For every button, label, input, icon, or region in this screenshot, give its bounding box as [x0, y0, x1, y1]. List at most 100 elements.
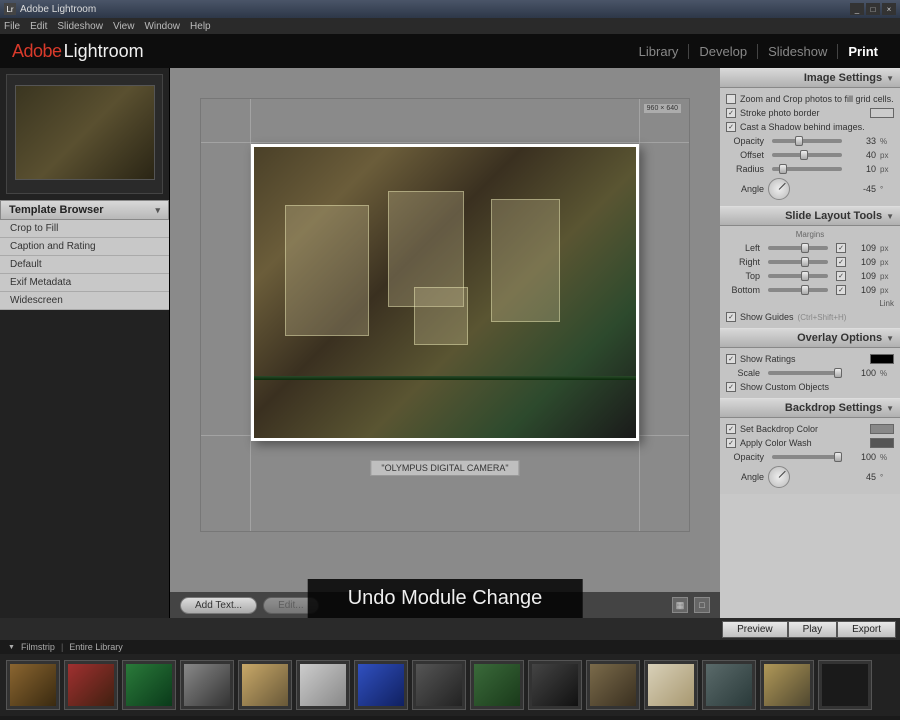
shadow-checkbox[interactable]: ✓ — [726, 122, 736, 132]
menu-slideshow[interactable]: Slideshow — [57, 21, 103, 32]
backdrop-angle-dial[interactable] — [768, 466, 790, 488]
filmstrip-thumb[interactable] — [470, 660, 524, 710]
filmstrip-thumb[interactable] — [122, 660, 176, 710]
overlay-options-header[interactable]: Overlay Options ▼ — [720, 328, 900, 348]
backdrop-opacity-slider[interactable] — [772, 455, 842, 459]
filmstrip-thumb[interactable] — [296, 660, 350, 710]
module-print[interactable]: Print — [838, 44, 888, 59]
menu-bar: File Edit Slideshow View Window Help — [0, 18, 900, 34]
menu-window[interactable]: Window — [144, 21, 180, 32]
margin-bottom-value: 109 — [850, 285, 876, 295]
photo-caption[interactable]: "OLYMPUS DIGITAL CAMERA" — [370, 460, 519, 476]
opacity-unit: % — [880, 137, 894, 146]
margin-top-value: 109 — [850, 271, 876, 281]
module-develop[interactable]: Develop — [689, 44, 758, 59]
offset-unit: px — [880, 151, 894, 160]
panel-toggle-icon: ▾ — [155, 205, 160, 216]
chevron-down-icon: ▼ — [886, 74, 894, 83]
margin-right-checkbox[interactable]: ✓ — [836, 257, 846, 267]
margin-top-slider[interactable] — [768, 274, 828, 278]
export-button[interactable]: Export — [837, 621, 896, 638]
radius-slider[interactable] — [772, 167, 842, 171]
template-item[interactable]: Default — [0, 256, 169, 274]
margin-top-checkbox[interactable]: ✓ — [836, 271, 846, 281]
close-button[interactable]: × — [882, 3, 896, 15]
filmstrip-thumb[interactable] — [586, 660, 640, 710]
color-wash-swatch[interactable] — [870, 438, 894, 448]
margin-left-slider[interactable] — [768, 246, 828, 250]
filmstrip-thumb[interactable] — [6, 660, 60, 710]
margin-left-checkbox[interactable]: ✓ — [836, 243, 846, 253]
link-label[interactable]: Link — [879, 299, 894, 308]
offset-value: 40 — [850, 150, 876, 160]
image-settings-header[interactable]: Image Settings ▼ — [720, 68, 900, 88]
add-text-button[interactable]: Add Text... — [180, 597, 257, 614]
show-guides-checkbox[interactable]: ✓ — [726, 312, 736, 322]
opacity-slider[interactable] — [772, 139, 842, 143]
scale-slider[interactable] — [768, 371, 842, 375]
scale-label: Scale — [726, 368, 760, 378]
backdrop-color-swatch[interactable] — [870, 424, 894, 434]
stroke-checkbox[interactable]: ✓ — [726, 108, 736, 118]
canvas-panel: 960 × 640 "OLYMPUS DIGITAL CAMERA" Add T… — [170, 68, 720, 618]
filmstrip-thumb[interactable] — [528, 660, 582, 710]
template-browser-header[interactable]: Template Browser ▾ — [0, 200, 169, 220]
stroke-label: Stroke photo border — [740, 108, 866, 118]
filmstrip-thumb[interactable] — [644, 660, 698, 710]
scale-unit: % — [880, 369, 894, 378]
margin-bottom-checkbox[interactable]: ✓ — [836, 285, 846, 295]
module-slideshow[interactable]: Slideshow — [758, 44, 838, 59]
margin-top-label: Top — [726, 271, 760, 281]
offset-slider[interactable] — [772, 153, 842, 157]
chevron-down-icon: ▼ — [8, 644, 15, 651]
grid-view-icon[interactable]: ▦ — [672, 597, 688, 613]
margin-bottom-slider[interactable] — [768, 288, 828, 292]
preview-button[interactable]: Preview — [722, 621, 788, 638]
backdrop-color-checkbox[interactable]: ✓ — [726, 424, 736, 434]
window-title: Adobe Lightroom — [20, 4, 96, 15]
edit-button[interactable]: Edit... — [263, 597, 319, 614]
stroke-color-swatch[interactable] — [870, 108, 894, 118]
margin-left-unit: px — [880, 244, 894, 253]
backdrop-opacity-unit: % — [880, 453, 894, 462]
photo-cell[interactable] — [251, 144, 639, 441]
filmstrip-thumb[interactable] — [64, 660, 118, 710]
ratings-color-swatch[interactable] — [870, 354, 894, 364]
filmstrip-thumb[interactable] — [180, 660, 234, 710]
identity-plate-row: Adobe Lightroom Library Develop Slidesho… — [0, 34, 900, 68]
slide-layout-header[interactable]: Slide Layout Tools ▼ — [720, 206, 900, 226]
menu-edit[interactable]: Edit — [30, 21, 47, 32]
zoom-crop-checkbox[interactable] — [726, 94, 736, 104]
filmstrip-thumb[interactable] — [760, 660, 814, 710]
play-button[interactable]: Play — [788, 621, 837, 638]
template-item[interactable]: Exif Metadata — [0, 274, 169, 292]
filmstrip-thumb[interactable] — [702, 660, 756, 710]
menu-view[interactable]: View — [113, 21, 135, 32]
filmstrip-thumb[interactable] — [354, 660, 408, 710]
minimize-button[interactable]: _ — [850, 3, 864, 15]
backdrop-settings-body: ✓ Set Backdrop Color ✓ Apply Color Wash … — [720, 418, 900, 494]
template-item[interactable]: Crop to Fill — [0, 220, 169, 238]
color-wash-checkbox[interactable]: ✓ — [726, 438, 736, 448]
margin-right-slider[interactable] — [768, 260, 828, 264]
maximize-button[interactable]: □ — [866, 3, 880, 15]
module-library[interactable]: Library — [629, 44, 690, 59]
margins-label: Margins — [726, 230, 894, 239]
filmstrip-thumb[interactable] — [238, 660, 292, 710]
navigator-preview[interactable] — [6, 74, 163, 194]
filmstrip-thumb[interactable] — [818, 660, 872, 710]
filmstrip-thumb[interactable] — [412, 660, 466, 710]
template-item[interactable]: Widescreen — [0, 292, 169, 310]
menu-file[interactable]: File — [4, 21, 20, 32]
angle-dial[interactable] — [768, 178, 790, 200]
show-custom-checkbox[interactable]: ✓ — [726, 382, 736, 392]
section-title: Slide Layout Tools — [785, 210, 882, 222]
menu-help[interactable]: Help — [190, 21, 211, 32]
single-view-icon[interactable]: □ — [694, 597, 710, 613]
template-item[interactable]: Caption and Rating — [0, 238, 169, 256]
show-ratings-checkbox[interactable]: ✓ — [726, 354, 736, 364]
canvas-area[interactable]: 960 × 640 "OLYMPUS DIGITAL CAMERA" — [170, 68, 720, 592]
filmstrip[interactable] — [0, 654, 900, 716]
backdrop-settings-header[interactable]: Backdrop Settings ▼ — [720, 398, 900, 418]
filmstrip-header[interactable]: ▼ Filmstrip | Entire Library — [0, 640, 900, 654]
